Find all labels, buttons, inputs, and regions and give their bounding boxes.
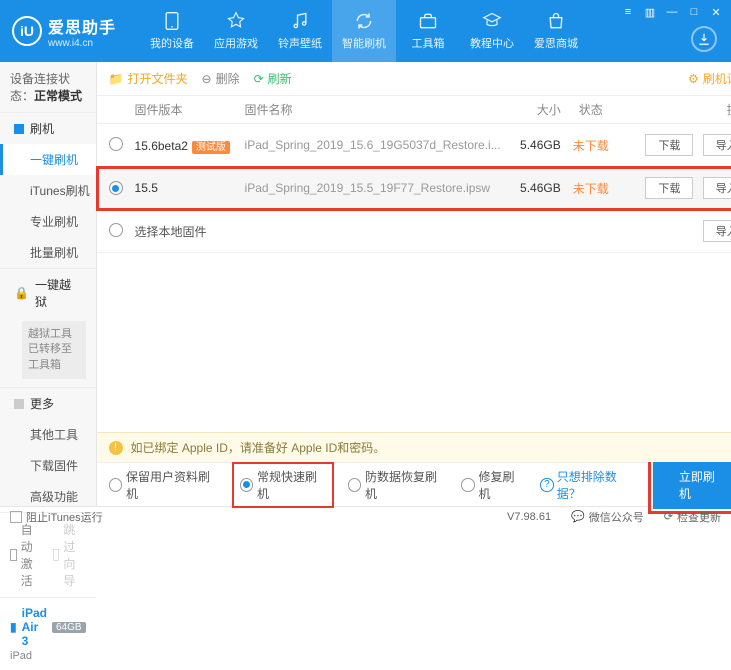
import-button[interactable]: 导入 (703, 177, 731, 199)
menu-icon[interactable]: ≡ (621, 6, 635, 18)
skip-guide-checkbox[interactable]: 跳过向导 (53, 521, 86, 589)
nav-toolbox[interactable]: 工具箱 (396, 0, 460, 62)
wechat-icon: 💬 (571, 510, 585, 523)
flash-now-button[interactable]: 立即刷机 (653, 461, 731, 509)
sidebar-item-batch-flash[interactable]: 批量刷机 (0, 237, 96, 268)
beta-badge: 测试版 (192, 141, 230, 154)
auto-activate-checkbox[interactable]: 自动激活 (10, 521, 43, 589)
sidebar-section-more[interactable]: 更多 (0, 388, 96, 419)
maximize-icon[interactable]: □ (687, 6, 701, 18)
sidebar-item-oneclick-flash[interactable]: 一键刷机 (0, 144, 96, 175)
help-icon: ? (540, 478, 553, 492)
app-logo: iU 爱思助手 www.i4.cn (12, 14, 116, 49)
exclude-data-link[interactable]: ?只想排除数据？ (540, 468, 637, 502)
warning-icon: ! (109, 441, 123, 455)
sidebar-item-download-firmware[interactable]: 下载固件 (0, 450, 96, 481)
import-button[interactable]: 导入 (703, 134, 731, 156)
delete-button: ⊖删除 (202, 70, 240, 87)
sidebar-section-flash[interactable]: 刷机 (0, 113, 96, 144)
import-button[interactable]: 导入 (703, 220, 731, 242)
check-update-link[interactable]: ⟳检查更新 (664, 509, 721, 525)
sidebar-item-other-tools[interactable]: 其他工具 (0, 419, 96, 450)
appleid-info-bar: ! 如已绑定 Apple ID，请准备好 Apple ID和密码。 ✕ (97, 432, 731, 462)
sidebar-item-itunes-flash[interactable]: iTunes刷机 (0, 175, 96, 206)
nav-smart-flash[interactable]: 智能刷机 (332, 0, 396, 62)
lock-icon: 🔒 (14, 286, 29, 300)
status-badge: 未下载 (561, 180, 621, 197)
square-icon (14, 124, 24, 134)
refresh-button[interactable]: ⟳刷新 (254, 70, 292, 87)
nav-tutorials[interactable]: 教程中心 (460, 0, 524, 62)
close-icon[interactable]: ✕ (709, 6, 723, 18)
firmware-filename: iPad_Spring_2019_15.5_19F77_Restore.ipsw (245, 181, 501, 195)
download-button[interactable]: 下载 (645, 177, 693, 199)
jailbreak-note: 越狱工具已转移至 工具箱 (22, 321, 86, 379)
minimize-icon[interactable]: — (665, 6, 679, 18)
status-badge: 未下载 (561, 137, 621, 154)
download-button[interactable]: 下载 (645, 134, 693, 156)
local-firmware-row[interactable]: 选择本地固件 导入 (97, 210, 731, 253)
option-normal-flash[interactable]: 常规快速刷机 (234, 464, 332, 506)
device-panel[interactable]: ▮iPad Air 3 64GB iPad (0, 597, 96, 670)
update-icon: ⟳ (664, 510, 673, 523)
nav-store[interactable]: 爱思商城 (524, 0, 588, 62)
table-header: 固件版本 固件名称 大小 状态 操作 (97, 96, 731, 124)
folder-icon: 📁 (109, 72, 124, 86)
download-icon (697, 32, 711, 46)
sidebar-item-pro-flash[interactable]: 专业刷机 (0, 206, 96, 237)
nav-my-device[interactable]: 我的设备 (140, 0, 204, 62)
gear-icon: ⚙ (688, 72, 699, 86)
version-label: V7.98.61 (507, 511, 551, 523)
connection-status: 设备连接状态：正常模式 (0, 62, 96, 112)
block-itunes-checkbox[interactable]: 阻止iTunes运行 (10, 509, 103, 525)
radio-checked[interactable] (109, 181, 123, 195)
firmware-row-selected[interactable]: 15.5 iPad_Spring_2019_15.5_19F77_Restore… (97, 167, 731, 210)
download-manager-button[interactable] (691, 26, 717, 52)
radio-unchecked[interactable] (109, 137, 123, 151)
nav-ringtone-wallpaper[interactable]: 铃声壁纸 (268, 0, 332, 62)
firmware-filename: iPad_Spring_2019_15.6_19G5037d_Restore.i… (245, 138, 501, 152)
nav-apps-games[interactable]: 应用游戏 (204, 0, 268, 62)
square-icon (14, 399, 24, 409)
radio-unchecked[interactable] (109, 223, 123, 237)
pin-icon[interactable]: ▥ (643, 6, 657, 18)
option-keep-data[interactable]: 保留用户资料刷机 (109, 468, 218, 502)
refresh-icon: ⟳ (254, 72, 264, 86)
logo-badge: iU (12, 16, 42, 46)
tablet-icon: ▮ (10, 620, 17, 634)
delete-icon: ⊖ (202, 72, 212, 86)
app-name: 爱思助手 (48, 14, 116, 38)
app-url: www.i4.cn (48, 38, 116, 49)
open-folder-button[interactable]: 📁打开文件夹 (109, 70, 188, 87)
wechat-link[interactable]: 💬微信公众号 (571, 509, 644, 525)
flash-settings-button[interactable]: ⚙刷机设置 (688, 70, 731, 87)
sidebar-section-jailbreak: 🔒一键越狱 (0, 269, 96, 317)
option-repair[interactable]: 修复刷机 (461, 468, 524, 502)
option-anti-recovery[interactable]: 防数据恢复刷机 (348, 468, 446, 502)
firmware-row[interactable]: 15.6beta2测试版 iPad_Spring_2019_15.6_19G50… (97, 124, 731, 167)
